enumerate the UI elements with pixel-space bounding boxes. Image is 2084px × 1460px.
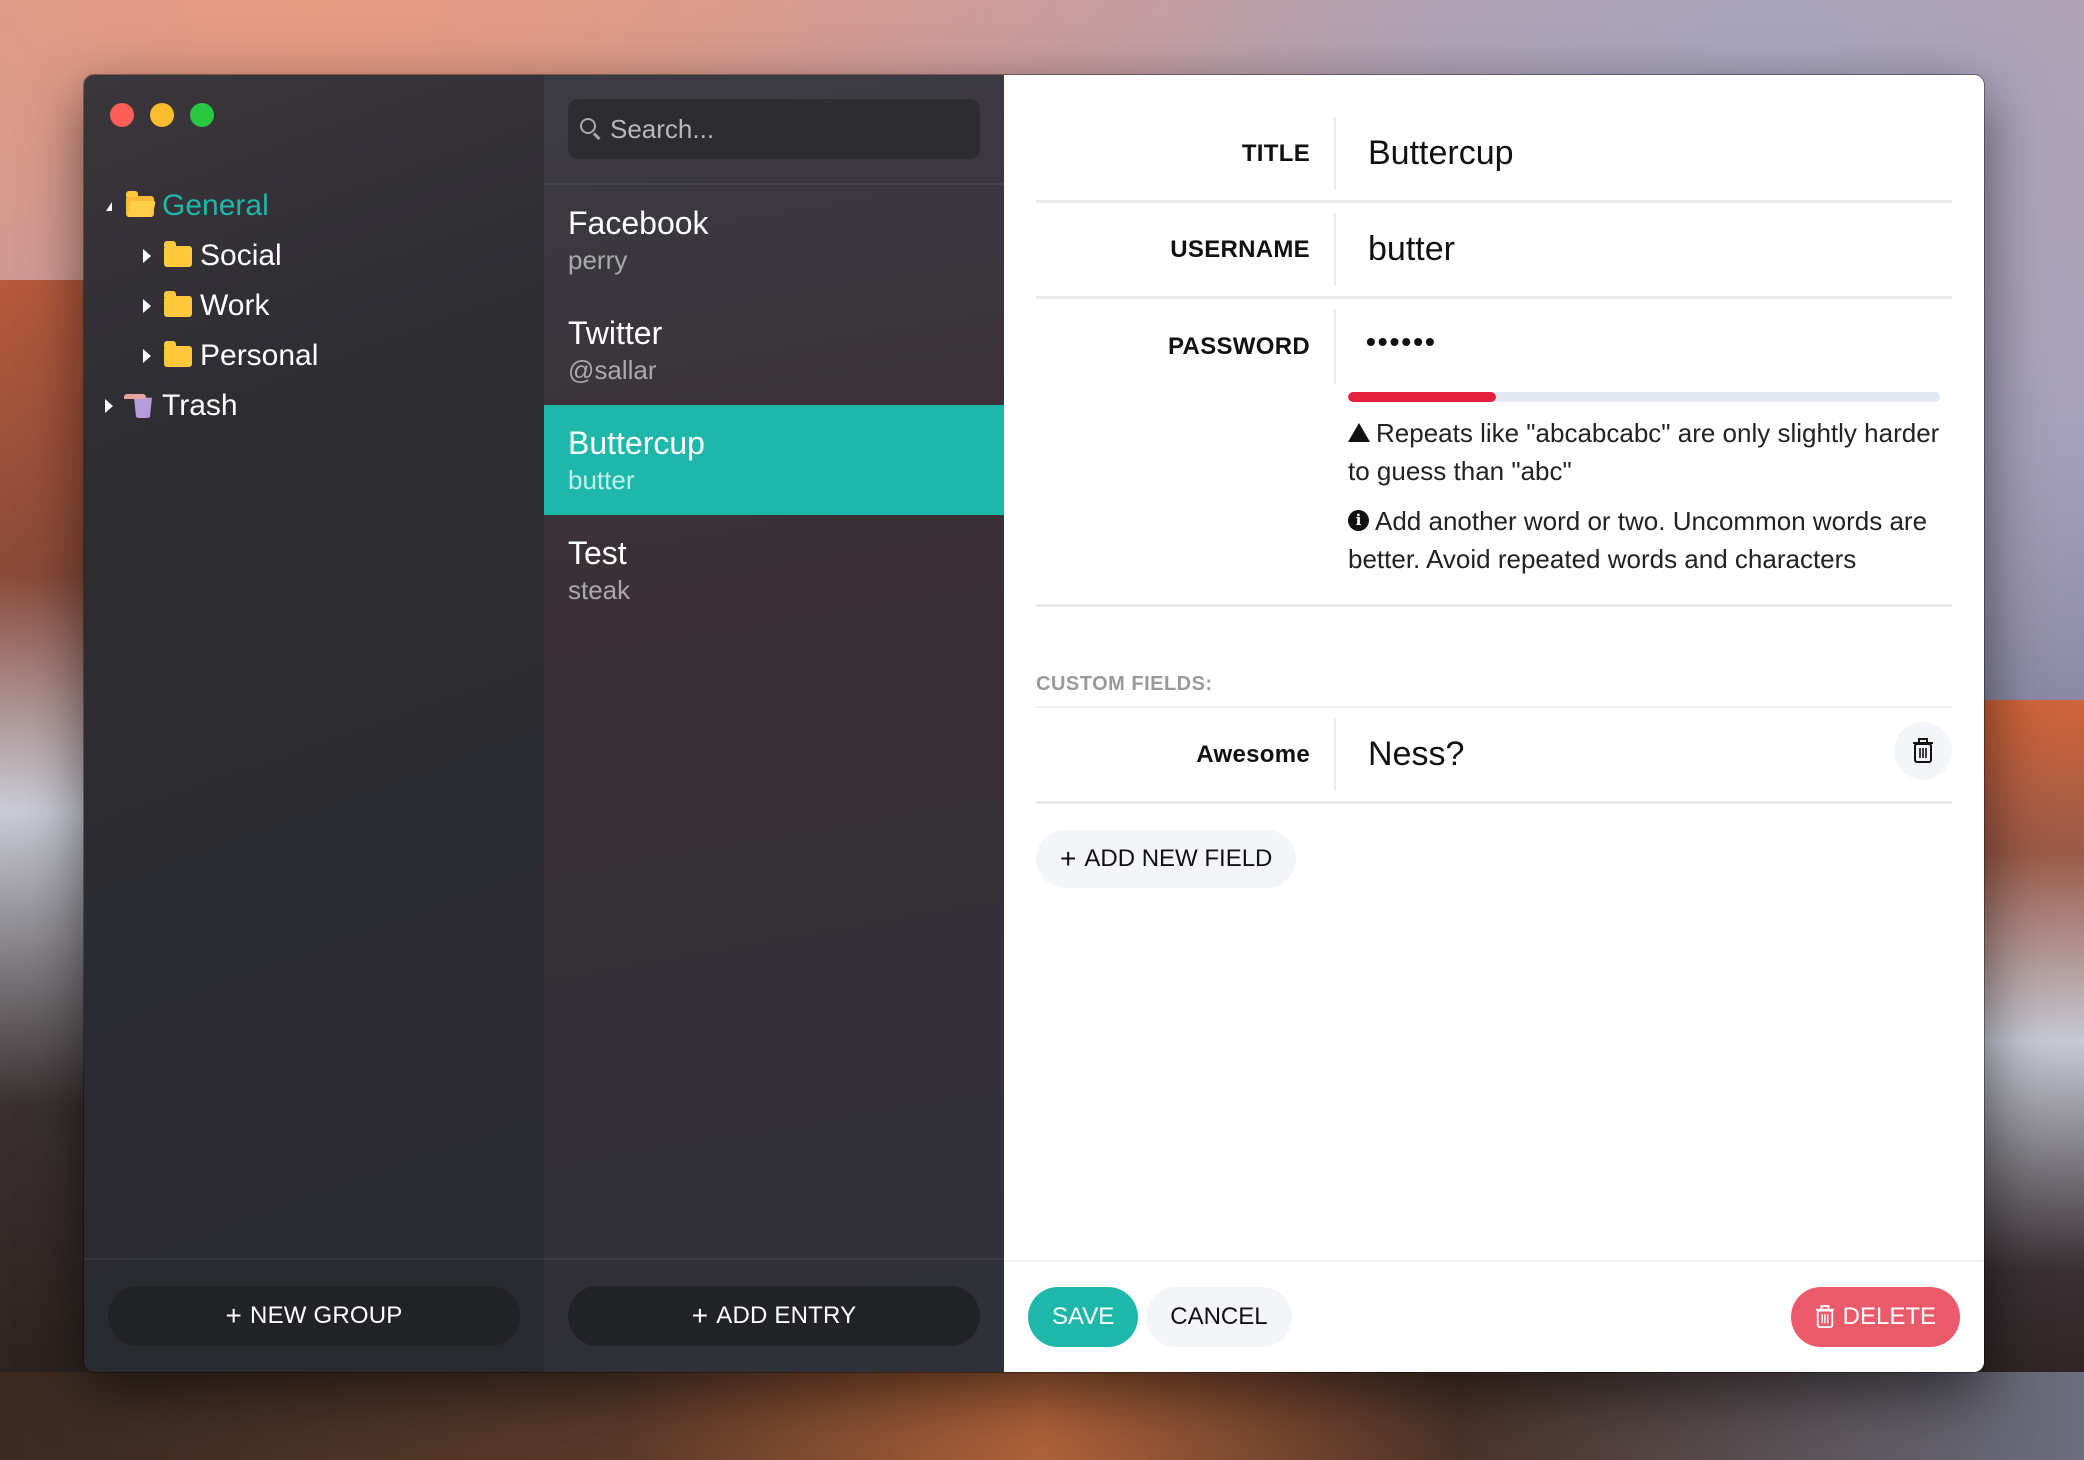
- title-label: TITLE: [1036, 117, 1336, 190]
- close-window-button[interactable]: [110, 103, 134, 127]
- plus-icon: +: [691, 1300, 709, 1331]
- title-row: TITLE: [1036, 107, 1952, 203]
- group-item-personal[interactable]: Personal: [84, 331, 544, 381]
- search-box[interactable]: [568, 99, 980, 159]
- folder-icon: [164, 340, 192, 367]
- suggestion-text: Add another word or two. Uncommon words …: [1348, 506, 1928, 574]
- entries-panel: Facebook perry Twitter @sallar Buttercup…: [544, 75, 1004, 1372]
- desktop-wallpaper-right: [1984, 700, 2084, 1460]
- group-label: General: [162, 189, 269, 222]
- group-item-social[interactable]: Social: [84, 231, 544, 281]
- username-input[interactable]: [1366, 229, 1952, 270]
- trash-icon: [124, 394, 162, 418]
- add-field-label: ADD NEW FIELD: [1084, 845, 1273, 872]
- desktop-wallpaper-bottom: [0, 1372, 2084, 1460]
- folder-icon: [164, 240, 192, 267]
- password-label: PASSWORD: [1036, 309, 1336, 384]
- caret-right-icon[interactable]: [136, 295, 158, 317]
- custom-field-label[interactable]: Awesome: [1036, 718, 1336, 791]
- sidebar-footer: + NEW GROUP: [84, 1258, 544, 1372]
- entry-username: @sallar: [568, 355, 657, 385]
- delete-label: DELETE: [1842, 1303, 1936, 1330]
- cancel-label: CANCEL: [1170, 1303, 1268, 1330]
- custom-field-input[interactable]: [1366, 734, 1952, 775]
- group-label: Social: [200, 239, 282, 272]
- custom-field-row: Awesome: [1036, 708, 1952, 804]
- group-tree: General Social Work Personal Trash: [84, 181, 544, 431]
- folder-icon: [164, 290, 192, 317]
- entry-title: Buttercup: [568, 425, 705, 461]
- entry-title: Twitter: [568, 315, 663, 351]
- password-strength-bar: [1348, 392, 1940, 402]
- custom-fields-heading: CUSTOM FIELDS:: [1036, 673, 1952, 708]
- folder-open-icon: [126, 190, 154, 217]
- new-group-button[interactable]: + NEW GROUP: [108, 1286, 520, 1346]
- caret-down-icon[interactable]: [98, 195, 120, 217]
- app-window: General Social Work Personal Trash + NEW…: [84, 75, 1984, 1372]
- save-label: SAVE: [1052, 1303, 1115, 1330]
- trash-icon: [1913, 738, 1933, 763]
- entry-list: Facebook perry Twitter @sallar Buttercup…: [544, 185, 1004, 625]
- caret-right-icon[interactable]: [98, 395, 120, 417]
- username-label: USERNAME: [1036, 213, 1336, 286]
- caret-right-icon[interactable]: [136, 245, 158, 267]
- group-label: Work: [200, 289, 270, 322]
- save-button[interactable]: SAVE: [1028, 1287, 1139, 1347]
- password-suggestion: i Add another word or two. Uncommon words…: [1348, 502, 1948, 578]
- password-strength-fill: [1348, 392, 1496, 402]
- plus-icon: +: [225, 1300, 243, 1331]
- group-item-general[interactable]: General: [84, 181, 544, 231]
- entry-item-selected[interactable]: Buttercup butter: [544, 405, 1004, 515]
- search-input[interactable]: [604, 112, 980, 146]
- caret-right-icon[interactable]: [136, 345, 158, 367]
- username-row: USERNAME: [1036, 203, 1952, 299]
- group-item-work[interactable]: Work: [84, 281, 544, 331]
- entry-title: Facebook: [568, 205, 709, 241]
- entry-title: Test: [568, 535, 627, 571]
- plus-icon: +: [1060, 843, 1077, 874]
- cancel-button[interactable]: CANCEL: [1146, 1287, 1292, 1347]
- entry-username: perry: [568, 245, 628, 275]
- password-input[interactable]: ••••••: [1366, 326, 1437, 358]
- desktop-wallpaper-left: [0, 280, 90, 1460]
- warning-icon: [1348, 422, 1370, 442]
- window-controls: [110, 103, 214, 127]
- warning-text: Repeats like "abcabcabc" are only slight…: [1348, 418, 1940, 486]
- group-label: Personal: [200, 339, 319, 372]
- entry-detail-panel: TITLE USERNAME PASSWORD ••••••: [1004, 75, 1984, 1372]
- entry-username: butter: [568, 465, 635, 495]
- search-icon: [578, 116, 604, 142]
- entries-footer: + ADD ENTRY: [544, 1258, 1004, 1372]
- minimize-window-button[interactable]: [150, 103, 174, 127]
- entry-form: TITLE USERNAME PASSWORD ••••••: [1036, 107, 1952, 888]
- entry-item[interactable]: Facebook perry: [544, 185, 1004, 295]
- password-warning: Repeats like "abcabcabc" are only slight…: [1348, 414, 1948, 490]
- group-item-trash[interactable]: Trash: [84, 381, 544, 431]
- delete-entry-button[interactable]: DELETE: [1790, 1287, 1960, 1347]
- delete-field-button[interactable]: [1894, 722, 1952, 780]
- password-row: PASSWORD •••••• Repeats like "abcabcabc"…: [1036, 299, 1952, 607]
- entry-username: steak: [568, 575, 631, 605]
- add-new-field-button[interactable]: + ADD NEW FIELD: [1036, 830, 1297, 888]
- maximize-window-button[interactable]: [190, 103, 214, 127]
- entry-item[interactable]: Twitter @sallar: [544, 295, 1004, 405]
- entry-item[interactable]: Test steak: [544, 515, 1004, 625]
- detail-footer: SAVE CANCEL DELETE: [1004, 1260, 1984, 1372]
- new-group-label: NEW GROUP: [250, 1302, 403, 1329]
- title-input[interactable]: [1366, 133, 1952, 174]
- add-entry-button[interactable]: + ADD ENTRY: [568, 1286, 980, 1346]
- group-label: Trash: [162, 389, 238, 422]
- add-entry-label: ADD ENTRY: [716, 1302, 857, 1329]
- groups-sidebar: General Social Work Personal Trash + NEW…: [84, 75, 544, 1372]
- trash-icon: [1815, 1305, 1834, 1328]
- info-icon: i: [1348, 509, 1369, 531]
